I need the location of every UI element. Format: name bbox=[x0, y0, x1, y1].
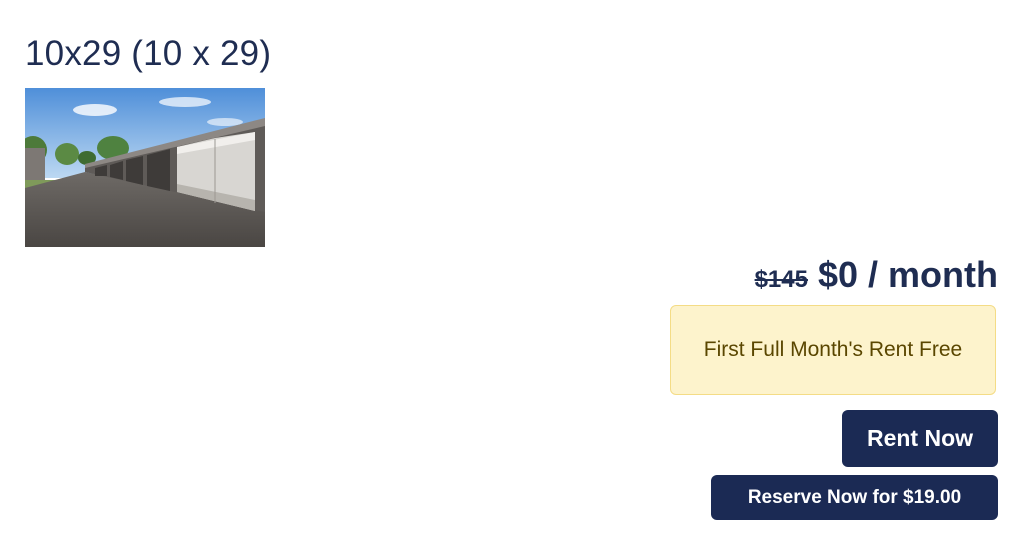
unit-photo bbox=[25, 88, 265, 247]
current-price: $0 / month bbox=[817, 254, 998, 295]
price-row: $145 $0 / month bbox=[755, 254, 998, 298]
promotion-text: First Full Month's Rent Free bbox=[703, 338, 963, 361]
unit-listing: 10x29 (10 x 29) $145 $0 / month First Fu… bbox=[0, 0, 1024, 552]
unit-title: 10x29 (10 x 29) bbox=[25, 34, 272, 73]
original-price: $145 bbox=[754, 266, 808, 293]
promotion-banner: First Full Month's Rent Free bbox=[670, 305, 996, 395]
rent-now-button[interactable]: Rent Now bbox=[842, 410, 998, 467]
reserve-now-button[interactable]: Reserve Now for $19.00 bbox=[711, 475, 998, 520]
